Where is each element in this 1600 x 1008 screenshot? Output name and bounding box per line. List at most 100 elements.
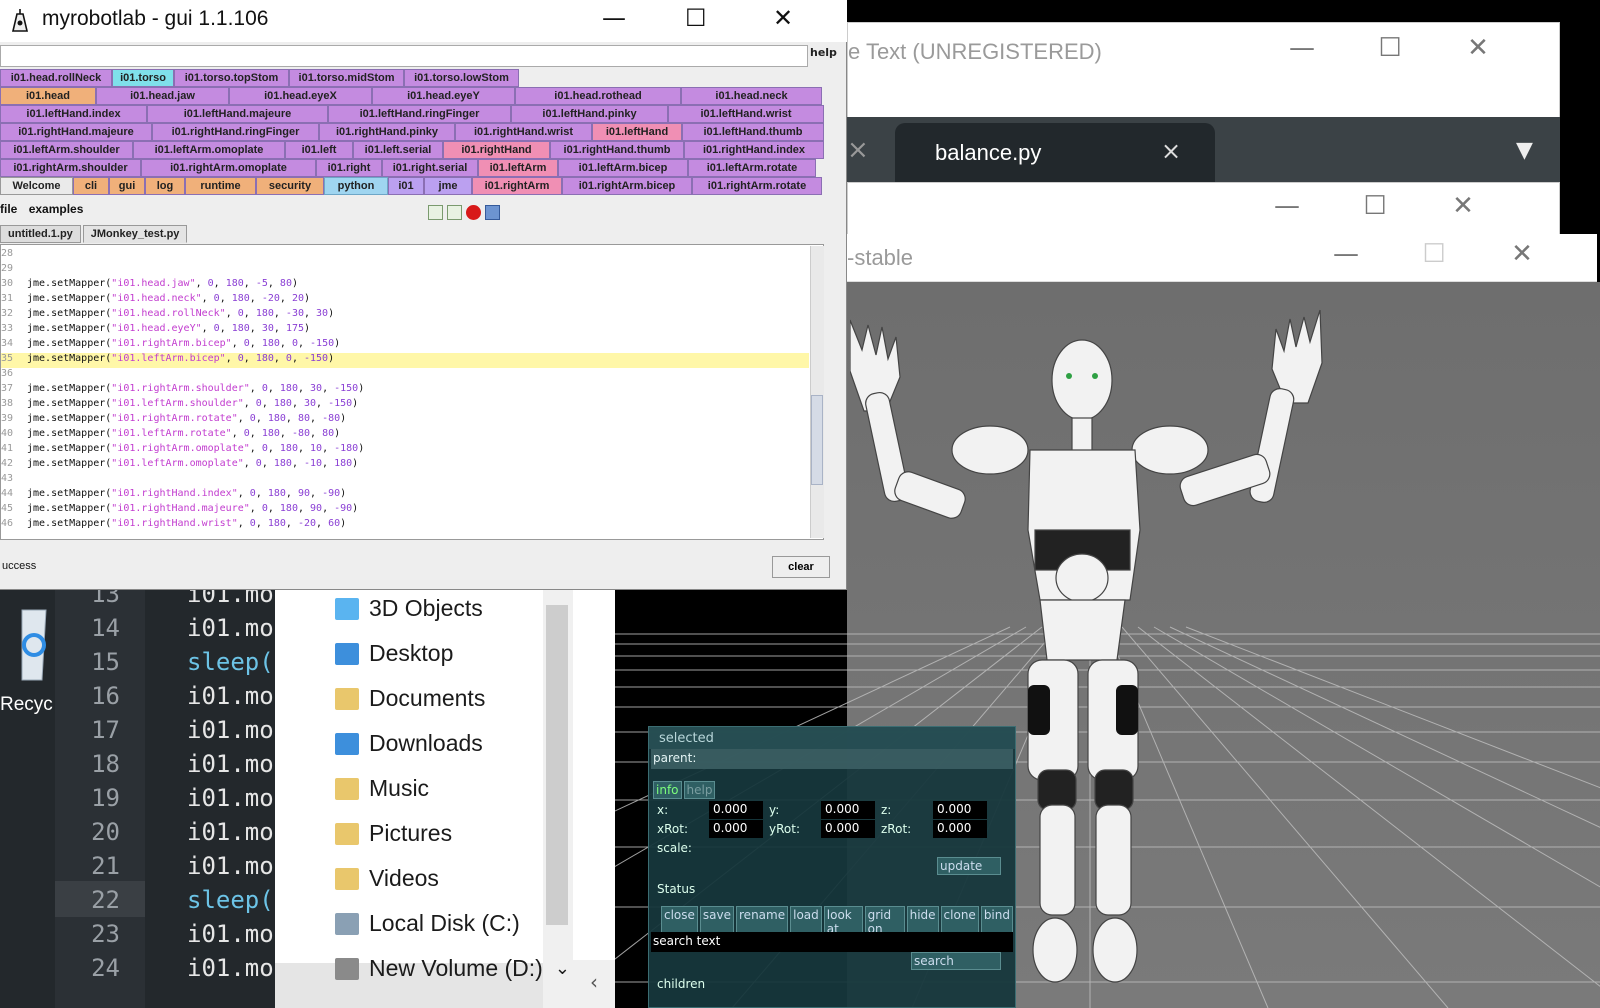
service-tab[interactable]: i01.rightHand.ringFinger [152, 123, 319, 141]
menu-file[interactable]: file [0, 202, 17, 216]
service-tab[interactable]: i01.rightHand [443, 141, 550, 159]
service-tab[interactable]: i01.leftArm [478, 159, 558, 177]
service-tab[interactable]: i01.torso.lowStom [404, 69, 519, 87]
service-tab[interactable]: i01.head.eyeX [229, 87, 372, 105]
service-tab[interactable]: i01.leftHand.wrist [668, 105, 824, 123]
minimize-button[interactable]: — [1302, 234, 1390, 269]
maximize-button[interactable]: ☐ [1390, 234, 1478, 269]
service-tab[interactable]: i01.torso.topStom [174, 69, 289, 87]
x-field[interactable]: 0.000 [709, 801, 763, 819]
menu-examples[interactable]: examples [29, 202, 84, 216]
service-tab[interactable]: i01.leftArm.omoplate [133, 141, 285, 159]
service-tab[interactable]: i01.torso.midStom [289, 69, 404, 87]
z-field[interactable]: 0.000 [933, 801, 987, 819]
nav-item[interactable]: Documents [335, 685, 485, 712]
tab-untitled-py[interactable]: untitled.1.py [0, 225, 81, 243]
service-tab[interactable]: i01.right [316, 159, 382, 177]
maximize-button[interactable]: ☐ [685, 4, 707, 32]
nav-item[interactable]: 3D Objects [335, 595, 483, 622]
new-script-icon[interactable] [447, 205, 462, 220]
service-tab[interactable]: i01 [388, 177, 424, 195]
python-code-editor[interactable]: 28 29 30 jme.setMapper("i01.head.jaw", 0, 1… [0, 244, 824, 540]
service-tab[interactable]: i01.left [285, 141, 353, 159]
service-tab[interactable]: i01.leftArm.shoulder [0, 141, 133, 159]
service-tab[interactable]: i01.leftHand.ringFinger [328, 105, 511, 123]
info-tab[interactable]: info [653, 781, 682, 799]
yrot-field[interactable]: 0.000 [821, 820, 875, 838]
service-tab[interactable]: runtime [185, 177, 256, 195]
service-tab[interactable]: i01.rightHand.wrist [455, 123, 592, 141]
close-button[interactable]: ✕ [1419, 183, 1507, 221]
service-tab[interactable]: i01.leftHand [592, 123, 682, 141]
service-tab[interactable]: i01.rightArm.bicep [562, 177, 692, 195]
mrl-command-input[interactable] [0, 45, 808, 67]
maximize-button[interactable]: ☐ [1346, 23, 1434, 63]
service-tab[interactable]: i01.rightArm.rotate [692, 177, 822, 195]
new-file-icon[interactable] [428, 205, 443, 220]
service-tab[interactable]: cli [73, 177, 109, 195]
service-tab[interactable]: python [324, 177, 388, 195]
back-chevron-icon[interactable]: ‹ [573, 960, 615, 1008]
service-tab[interactable]: i01.rightArm.shoulder [0, 159, 141, 177]
search-input[interactable]: search text [651, 932, 1013, 952]
service-tab[interactable]: i01.rightArm.omoplate [141, 159, 316, 177]
minimize-button[interactable]: — [1258, 23, 1346, 63]
service-tab[interactable]: i01.leftHand.majeure [147, 105, 328, 123]
close-button[interactable]: ✕ [773, 4, 793, 32]
nav-item[interactable]: Pictures [335, 820, 452, 847]
service-tab[interactable]: i01.rightHand.thumb [550, 141, 684, 159]
service-tab[interactable]: i01.head [0, 87, 96, 105]
service-tab[interactable]: i01.leftHand.pinky [511, 105, 668, 123]
nav-item[interactable]: New Volume (D:) ⌄ [335, 955, 570, 982]
code-scroll-thumb[interactable] [811, 395, 823, 485]
save-icon[interactable] [485, 205, 500, 220]
service-tab[interactable]: i01.leftArm.bicep [558, 159, 688, 177]
parent-field[interactable]: parent: [651, 749, 1013, 769]
search-button[interactable]: search [911, 952, 1001, 970]
nav-item[interactable]: Desktop [335, 640, 453, 667]
minimize-button[interactable]: — [602, 4, 626, 32]
code-scrollbar[interactable] [810, 246, 824, 538]
nav-item[interactable]: Local Disk (C:) [335, 910, 520, 937]
service-tab[interactable]: jme [424, 177, 472, 195]
service-tab[interactable]: i01.rightHand.pinky [319, 123, 455, 141]
tab-balance-py[interactable]: balance.py × [895, 123, 1215, 185]
service-tab[interactable]: i01.rightHand.majeure [0, 123, 152, 141]
service-tab[interactable]: i01.head.neck [681, 87, 822, 105]
xrot-field[interactable]: 0.000 [709, 820, 763, 838]
maximize-button[interactable]: ☐ [1331, 183, 1419, 221]
service-tab[interactable]: i01.rightHand.index [684, 141, 824, 159]
stop-icon[interactable] [466, 205, 481, 220]
service-tab[interactable]: i01.right.serial [382, 159, 478, 177]
help-button[interactable]: help [810, 46, 837, 59]
tab-close-icon[interactable]: × [1161, 137, 1181, 165]
tab-dropdown-icon[interactable]: ▼ [1516, 138, 1533, 163]
service-tab[interactable]: i01.head.rollNeck [0, 69, 112, 87]
service-tab[interactable]: i01.leftHand.thumb [682, 123, 824, 141]
service-tab[interactable]: security [256, 177, 324, 195]
service-tab[interactable]: gui [109, 177, 145, 195]
service-tab[interactable]: i01.rightArm [472, 177, 562, 195]
nav-item[interactable]: Music [335, 775, 429, 802]
service-tab[interactable]: i01.leftHand.index [0, 105, 147, 123]
y-field[interactable]: 0.000 [821, 801, 875, 819]
nav-item[interactable]: Downloads [335, 730, 483, 757]
service-tab[interactable]: i01.head.eyeY [372, 87, 515, 105]
service-tab[interactable]: log [145, 177, 185, 195]
explorer-scroll-thumb[interactable] [546, 605, 568, 925]
service-tab[interactable]: i01.head.rothead [515, 87, 681, 105]
close-button[interactable]: ✕ [1434, 23, 1522, 63]
service-tab[interactable]: i01.left.serial [353, 141, 443, 159]
zrot-field[interactable]: 0.000 [933, 820, 987, 838]
help-tab[interactable]: help [683, 781, 716, 799]
expand-chevron-icon[interactable]: ⌄ [555, 958, 570, 979]
minimize-button[interactable]: — [1243, 183, 1331, 221]
service-tab[interactable]: i01.head.jaw [96, 87, 229, 105]
clear-button[interactable]: clear [772, 556, 830, 578]
tab-close-icon[interactable]: × [847, 135, 869, 165]
update-button[interactable]: update [937, 857, 1001, 875]
tab-jmonkey-test-py[interactable]: JMonkey_test.py [82, 225, 188, 243]
nav-item[interactable]: Videos [335, 865, 439, 892]
service-tab[interactable]: i01.leftArm.rotate [688, 159, 816, 177]
service-tab[interactable]: Welcome [0, 177, 73, 195]
